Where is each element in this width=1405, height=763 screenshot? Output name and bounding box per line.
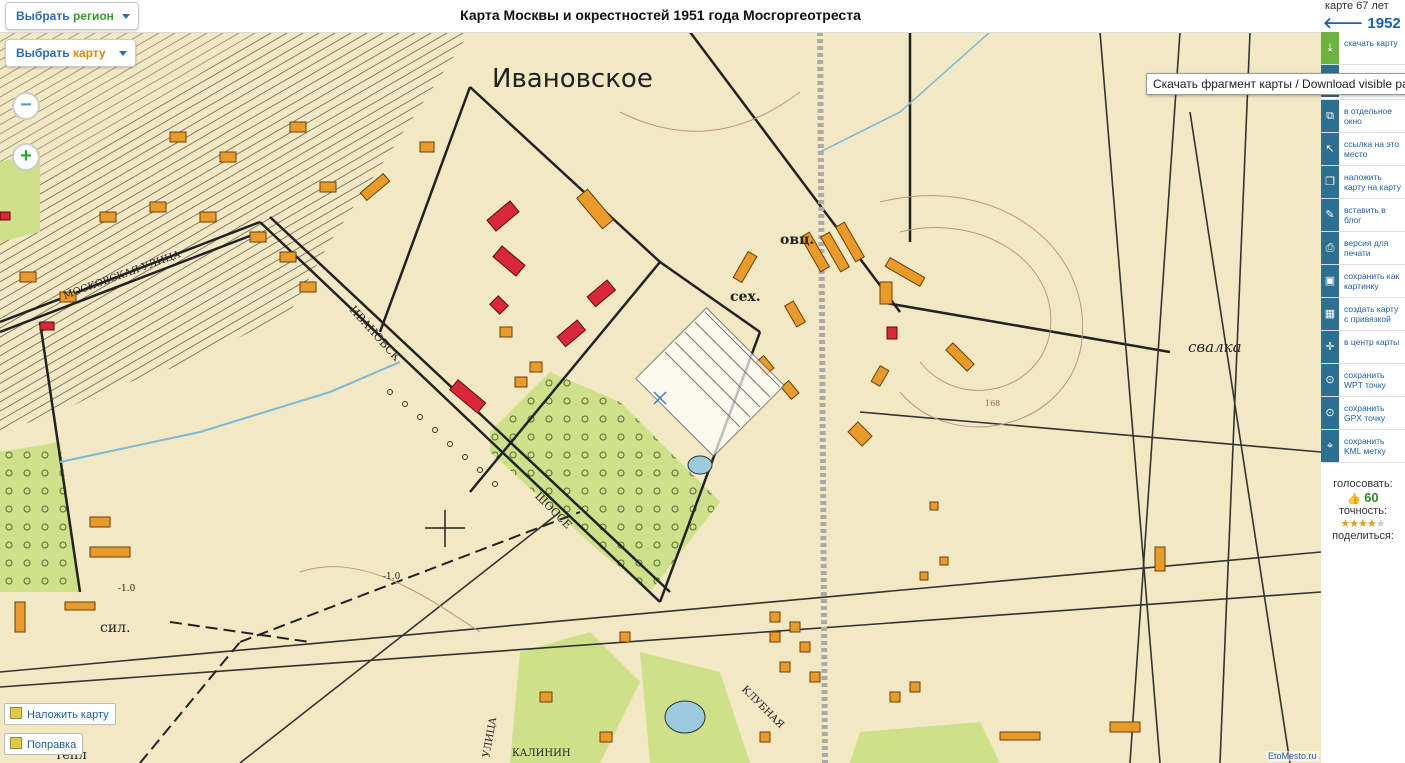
- chevron-down-icon: [118, 51, 127, 57]
- tool-label: версия для печати: [1344, 238, 1389, 258]
- tool-new-window[interactable]: ⧉ в отдельное окно: [1321, 100, 1405, 133]
- accuracy-empty-star[interactable]: ★: [1376, 518, 1386, 530]
- tool-gpx[interactable]: ⊙ сохранить GPX точку: [1321, 397, 1405, 430]
- tool-download[interactable]: ⤓ скачать карту: [1321, 32, 1405, 65]
- accuracy-stars[interactable]: ★★★★: [1340, 518, 1376, 530]
- vote-count: 60: [1364, 490, 1379, 505]
- map-label-sekh: сех.: [730, 289, 761, 305]
- region-select-prefix: Выбрать: [16, 9, 70, 23]
- tool-kml[interactable]: ⌖ сохранить KML метку: [1321, 430, 1405, 463]
- tool-print[interactable]: ⎙ версия для печати: [1321, 232, 1405, 265]
- wpt-icon: ⊙: [1321, 364, 1339, 396]
- zoom-out-button[interactable]: −: [14, 94, 38, 118]
- tool-label: вставить в блог: [1344, 205, 1386, 225]
- region-select-highlight: регион: [72, 9, 114, 23]
- tool-georef[interactable]: ▦ создать карту с привязкой: [1321, 298, 1405, 331]
- tool-label: сохранить WPT точку: [1344, 370, 1386, 390]
- map-icon: [10, 737, 22, 749]
- tool-label: создать карту с привязкой: [1344, 304, 1399, 324]
- map-label-village: Ивановское: [492, 64, 653, 94]
- map-label-height1: -1.0: [118, 584, 136, 594]
- tool-label: в центр карты: [1344, 337, 1400, 347]
- map-image: [0, 32, 1321, 763]
- thumbs-up-icon[interactable]: 👍: [1347, 493, 1361, 505]
- tool-link[interactable]: ↖ ссылка на это место: [1321, 133, 1405, 166]
- kml-icon: ⌖: [1321, 430, 1339, 462]
- tool-save-image[interactable]: ▣ сохранить как картинку: [1321, 265, 1405, 298]
- correction-button[interactable]: Поправка: [4, 733, 84, 755]
- map-select-prefix: Выбрать: [16, 46, 70, 60]
- tool-label: сохранить KML метку: [1344, 436, 1386, 456]
- page-title: Карта Москвы и окрестностей 1951 года Мо…: [460, 7, 861, 23]
- tool-label: сохранить как картинку: [1344, 271, 1400, 291]
- window-icon: ⧉: [1321, 100, 1339, 132]
- overlay-map-button[interactable]: Наложить карту: [4, 703, 116, 725]
- year-value: 1952: [1367, 15, 1401, 32]
- map-select-highlight: карту: [72, 46, 106, 60]
- tool-label: скачать карту: [1344, 38, 1398, 48]
- tool-wpt[interactable]: ⊙ сохранить WPT точку: [1321, 364, 1405, 397]
- tool-label: в отдельное окно: [1344, 106, 1392, 126]
- tool-label: ссылка на это место: [1344, 139, 1400, 159]
- download-tooltip: Скачать фрагмент карты / Download visibl…: [1146, 73, 1405, 95]
- overlay-icon: ❐: [1321, 166, 1339, 198]
- map-canvas[interactable]: Ивановское МОСКОВСКАЯ УЛИЦА ИВАНОВСК ШОС…: [0, 32, 1321, 763]
- tool-list: ⤓ скачать карту ⧉ в отдельное окно ↖ ссы…: [1321, 32, 1405, 463]
- map-label-kalinin: КАЛИНИН: [512, 748, 571, 759]
- map-label-ovts: овц.: [780, 232, 815, 248]
- credit-link[interactable]: EtoMesto.ru: [1266, 751, 1319, 761]
- tool-center[interactable]: ✛ в центр карты: [1321, 331, 1405, 364]
- tool-blog[interactable]: ✎ вставить в блог: [1321, 199, 1405, 232]
- prev-year-arrow-icon[interactable]: 🡐: [1323, 15, 1363, 32]
- map-select[interactable]: Выбрать карту: [5, 39, 136, 67]
- map-label-sil: сил.: [100, 620, 131, 636]
- accuracy-label: точность:: [1338, 505, 1388, 517]
- map-label-height2: -1.0: [383, 572, 401, 582]
- share-label: поделиться:: [1332, 530, 1394, 542]
- map-icon: [10, 707, 22, 719]
- vote-label: голосовать:: [1333, 478, 1393, 490]
- link-icon: ↖: [1321, 133, 1339, 165]
- tool-label: наложить карту на карту: [1344, 172, 1401, 192]
- map-label-svalka: свалка: [1188, 338, 1242, 356]
- top-bar: Карта Москвы и окрестностей 1951 года Мо…: [0, 0, 1321, 33]
- tool-label: сохранить GPX точку: [1344, 403, 1386, 423]
- gpx-icon: ⊙: [1321, 397, 1339, 429]
- center-icon: ✛: [1321, 331, 1339, 363]
- map-label-contour: 168: [985, 399, 1001, 408]
- vote-panel: голосовать: 👍 60 точность: ★★★★★ поделит…: [1321, 478, 1405, 542]
- download-icon: ⤓: [1321, 32, 1339, 64]
- blog-icon: ✎: [1321, 199, 1339, 231]
- grid-icon: ▦: [1321, 298, 1339, 330]
- chevron-down-icon: [122, 14, 131, 20]
- zoom-in-button[interactable]: +: [14, 145, 38, 169]
- print-icon: ⎙: [1321, 232, 1339, 264]
- region-select[interactable]: Выбрать регион: [5, 2, 140, 30]
- image-icon: ▣: [1321, 265, 1339, 297]
- correction-label: Поправка: [27, 739, 77, 751]
- tool-overlay[interactable]: ❐ наложить карту на карту: [1321, 166, 1405, 199]
- overlay-map-label: Наложить карту: [27, 709, 109, 721]
- map-age-label: карте 67 лет: [1325, 0, 1389, 12]
- sidebar: карте 67 лет 🡐 1952 г. 🡒 ⤓ скачать карту…: [1321, 0, 1405, 763]
